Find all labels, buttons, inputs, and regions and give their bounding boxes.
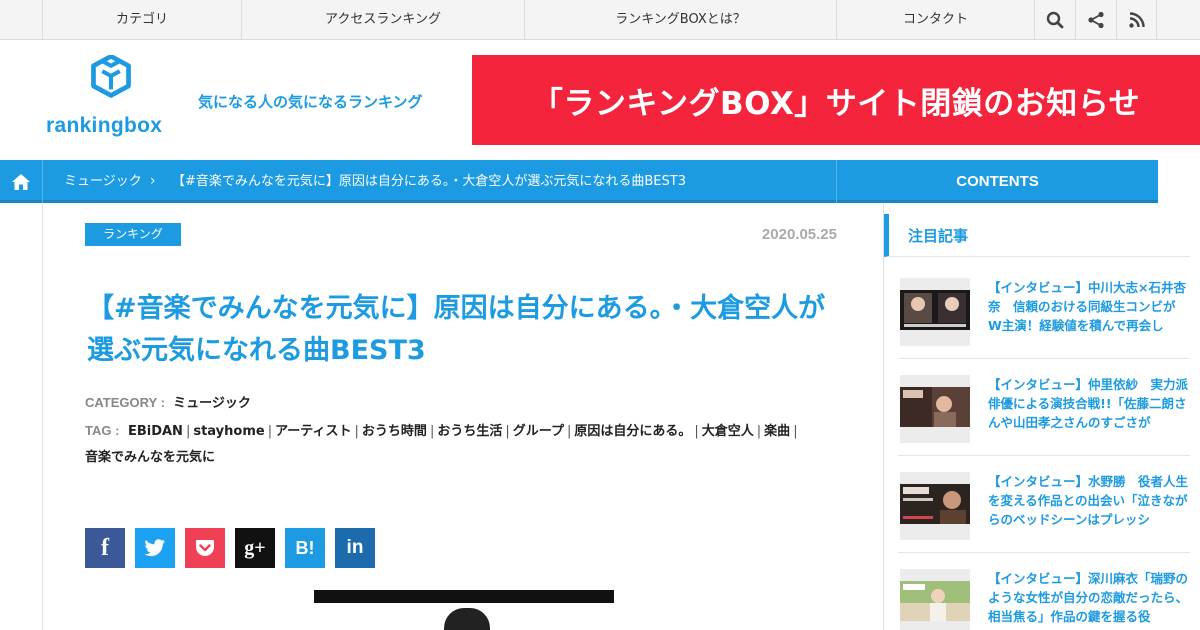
tag-separator: | [185,424,191,439]
search-icon [1046,11,1064,29]
tag-link[interactable]: おうち時間 [362,424,427,439]
hatena-icon: B! [295,537,315,558]
linkedin-icon: in [346,537,364,558]
tag-link[interactable]: アーティスト [275,424,351,439]
tag-link[interactable]: おうち生活 [437,424,502,439]
article-thumbnail-image [900,484,970,524]
google-plus-icon: g+ [244,536,266,559]
tag-link[interactable]: 原因は自分にある。 [574,424,691,439]
twitter-icon [144,539,165,557]
tag-separator: | [429,424,435,439]
article-thumbnail-image [900,387,970,427]
tag-link[interactable]: 大倉空人 [702,424,754,439]
pocket-icon [196,540,214,556]
article-tags: TAG : EBiDAN | stayhome | アーティスト | おうち時間 | おうち生活… [85,418,845,471]
tag-separator: | [505,424,510,439]
article-category-row: CATEGORY : ミュージック [85,392,251,411]
featured-article-item[interactable]: 【インタビュー】中川大志×石井杏奈 信頼のおける同級生コンビがW主演！経験値を積… [898,262,1190,359]
home-button[interactable] [0,160,43,203]
closure-notice-banner[interactable]: 「ランキングBOX」サイト閉鎖のお知らせ [472,55,1200,145]
nav-item-category[interactable]: カテゴリ [42,0,241,40]
tag-separator: | [267,424,273,439]
featured-article-title[interactable]: 【インタビュー】仲里依紗 実力派俳優による演技合戦!!「佐藤二朗さんや山田孝之さ… [988,375,1188,432]
featured-article-thumbnail [900,375,970,443]
tag-separator: | [793,424,798,439]
featured-article-title[interactable]: 【インタビュー】深川麻衣「瑞野のような女性が自分の恋敵だったら、相当焦る」作品の… [988,569,1188,626]
site-tagline: 気になる人の気になるランキング [198,93,423,111]
rankingbox-logo-icon[interactable] [44,55,178,117]
breadcrumb-current: 【#音楽でみんなを元気に】原因は自分にある。・大倉空人が選ぶ元気になれる曲BES… [172,174,686,189]
home-icon [12,173,30,190]
hatena-share-button[interactable]: B! [285,528,325,568]
google-plus-share-button[interactable]: g+ [235,528,275,568]
search-button[interactable] [1034,0,1075,40]
featured-heading-text: 注目記事 [908,227,969,245]
rss-icon [1128,12,1145,28]
featured-article-item[interactable]: 【インタビュー】仲里依紗 実力派俳優による演技合戦!!「佐藤二朗さんや山田孝之さ… [898,359,1190,456]
contents-button[interactable]: CONTENTS [836,160,1158,203]
tag-separator: | [354,424,359,439]
sidebar: 注目記事 【インタビュー】中川大志×石井杏奈 信頼のおける同級生コンビがW主演！… [884,204,1200,630]
article-title: 【#音楽でみんなを元気に】原因は自分にある。・大倉空人が選ぶ元気になれる曲BES… [87,293,826,366]
featured-article-thumbnail [900,472,970,540]
nav-item-contact[interactable]: コンタクト [836,0,1034,40]
tag-link[interactable]: EBiDAN [128,424,183,439]
featured-article-title[interactable]: 【インタビュー】水野勝 役者人生を変える作品との出会い「泣きながらのベッドシーン… [988,472,1188,529]
article-thumbnail-image [900,290,970,330]
tag-link[interactable]: stayhome [193,424,264,439]
article-main: ランキング 2020.05.25 【#音楽でみんなを元気に】原因は自分にある。・… [42,204,884,630]
tag-separator: | [566,424,572,439]
article-image [314,590,614,630]
featured-article-thumbnail [900,569,970,630]
featured-article-item[interactable]: 【インタビュー】水野勝 役者人生を変える作品との出会い「泣きながらのベッドシーン… [898,456,1190,553]
rss-button[interactable] [1116,0,1157,40]
article-thumbnail-image [900,581,970,621]
twitter-share-button[interactable] [135,528,175,568]
category-link[interactable]: ミュージック [173,396,251,411]
breadcrumb-bar: ミュージック › 【#音楽でみんなを元気に】原因は自分にある。・大倉空人が選ぶ元… [0,160,1158,203]
tag-link[interactable]: 音楽でみんなを元気に [85,450,215,465]
linkedin-share-button[interactable]: in [335,528,375,568]
breadcrumb-separator: › [150,173,156,189]
tag-link[interactable]: 楽曲 [764,424,790,439]
share-icon [1088,11,1104,29]
breadcrumb-category[interactable]: ミュージック [64,160,142,203]
facebook-share-button[interactable]: f [85,528,125,568]
share-button[interactable] [1075,0,1116,40]
featured-article-title[interactable]: 【インタビュー】中川大志×石井杏奈 信頼のおける同級生コンビがW主演！経験値を積… [988,278,1188,335]
tag-label: TAG : [85,423,120,438]
featured-heading: 注目記事 [884,214,1190,257]
nav-item-access-ranking[interactable]: アクセスランキング [241,0,524,40]
tag-link[interactable]: グループ [513,424,564,439]
article-date: 2020.05.25 [761,226,837,243]
tag-separator: | [694,424,699,439]
top-navigation: カテゴリ アクセスランキング ランキングBOXとは？ コンタクト [0,0,1200,40]
featured-article-thumbnail [900,278,970,346]
pocket-share-button[interactable] [185,528,225,568]
category-label: CATEGORY : [85,395,165,410]
category-badge[interactable]: ランキング [85,223,181,246]
facebook-icon: f [101,534,109,561]
nav-item-about[interactable]: ランキングBOXとは？ [524,0,836,40]
logo-text[interactable]: rankingbox [46,114,162,138]
featured-article-item[interactable]: 【インタビュー】深川麻衣「瑞野のような女性が自分の恋敵だったら、相当焦る」作品の… [898,553,1190,630]
tag-separator: | [756,424,762,439]
